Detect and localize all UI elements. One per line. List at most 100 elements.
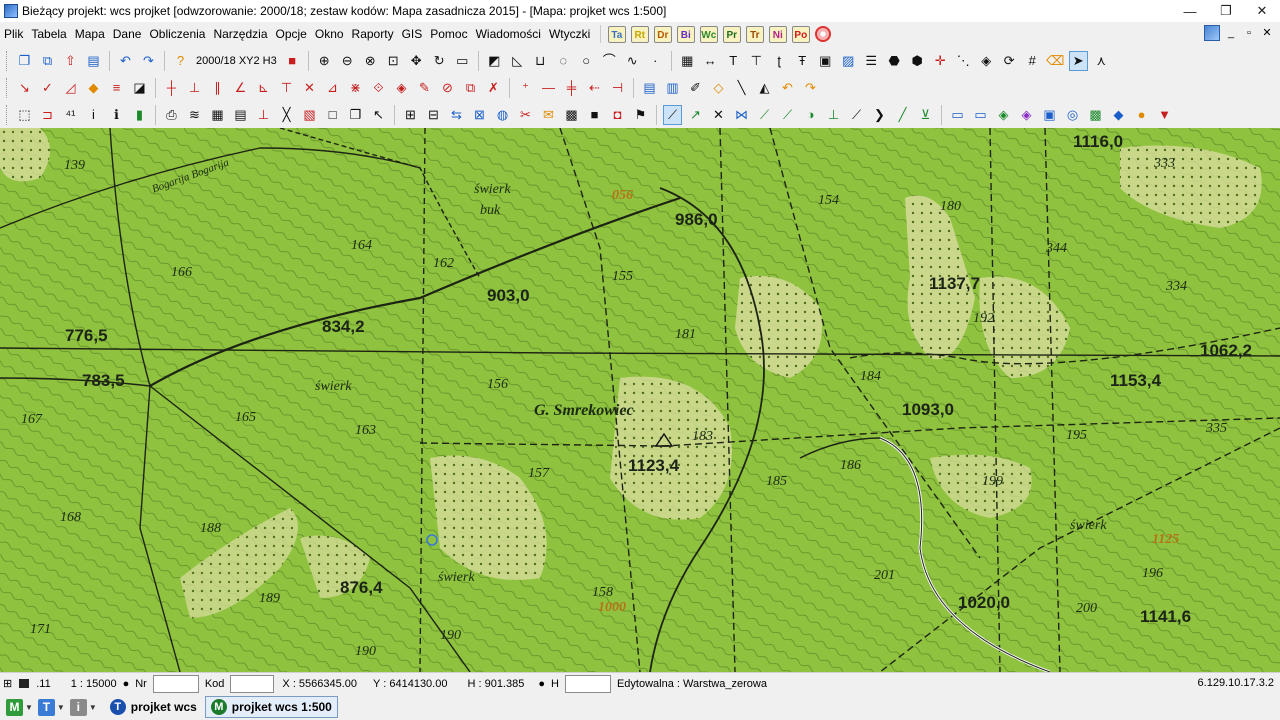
code-set-pr-button[interactable]: Pr <box>722 25 741 43</box>
zoom-in-icon[interactable]: ⊕ <box>315 51 334 71</box>
snap-near-icon[interactable]: ⟋ <box>778 105 797 125</box>
perpendicular-icon[interactable]: ┼ <box>162 78 181 98</box>
toolbar-grip[interactable] <box>6 50 9 71</box>
point-icon[interactable]: · <box>646 51 665 71</box>
code-set-rt-button[interactable]: Rt <box>630 25 649 43</box>
open-icon[interactable]: ⇧ <box>61 51 80 71</box>
world-icon[interactable]: ◎ <box>1063 105 1082 125</box>
menu-obliczenia[interactable]: Obliczenia <box>145 22 209 46</box>
menu-opcje[interactable]: Opcje <box>272 22 311 46</box>
editable-layer[interactable]: Edytowalna : Warstwa_zerowa <box>614 678 770 690</box>
undo-icon[interactable]: ↶ <box>116 51 135 71</box>
snap-line-icon[interactable]: ⊣ <box>608 78 627 98</box>
document-icon[interactable]: ▣ <box>816 51 835 71</box>
delete-object-icon[interactable]: ◈ <box>392 78 411 98</box>
circle-icon[interactable]: ○ <box>577 51 596 71</box>
folder-add-icon[interactable]: ▤ <box>640 78 659 98</box>
text-style-icon[interactable]: Ŧ <box>793 51 812 71</box>
copy-icon[interactable]: ⧉ <box>38 51 57 71</box>
stack-icon[interactable]: ≋ <box>185 105 204 125</box>
snap-mid-icon[interactable]: ⟋ <box>755 105 774 125</box>
window-tab[interactable]: Tprojket wcs <box>105 696 202 718</box>
redo-edit-icon[interactable]: ↷ <box>801 78 820 98</box>
arrow-back-icon[interactable]: ⇠ <box>585 78 604 98</box>
vertex-tool-icon[interactable]: ⋏ <box>1092 51 1111 71</box>
cross-point-icon[interactable]: ✛ <box>931 51 950 71</box>
paste-icon[interactable]: ▤ <box>84 51 103 71</box>
select-area-icon[interactable]: ⬚ <box>15 105 34 125</box>
extend-icon[interactable]: ⋇ <box>346 78 365 98</box>
menu-gis[interactable]: GIS <box>398 22 427 46</box>
grid-toggle-icon[interactable]: ⊞ <box>0 677 15 690</box>
info-list-icon[interactable]: ℹ <box>107 105 126 125</box>
spline-icon[interactable]: ∿ <box>623 51 642 71</box>
pointer-icon[interactable]: ↖ <box>369 105 388 125</box>
zoom-extent-icon[interactable]: ⊗ <box>361 51 380 71</box>
window-type-i-button[interactable]: i ▼ <box>69 697 100 717</box>
edit-angle-icon[interactable]: ◿ <box>61 78 80 98</box>
line-icon[interactable]: ⊔ <box>531 51 550 71</box>
black-square-icon[interactable]: ■ <box>585 105 604 125</box>
snap-intersect-icon[interactable]: ✕ <box>709 105 728 125</box>
layer-purple-icon[interactable]: ◈ <box>1017 105 1036 125</box>
rotate-icon[interactable]: ⟳ <box>1000 51 1019 71</box>
window-tab[interactable]: Mprojket wcs 1:500 <box>204 696 338 718</box>
menu-wiadomości[interactable]: Wiadomości <box>472 22 545 46</box>
parallel-icon[interactable]: ∥ <box>208 78 227 98</box>
layer-green-icon[interactable]: ◈ <box>994 105 1013 125</box>
break-icon[interactable]: ⊘ <box>438 78 457 98</box>
new-project-icon[interactable]: ❐ <box>15 51 34 71</box>
eraser-tool-icon[interactable]: ◇ <box>709 78 728 98</box>
tag-icon[interactable]: ⚑ <box>631 105 650 125</box>
snap-parallel-icon[interactable]: ╱ <box>893 105 912 125</box>
snap-end-icon[interactable]: ↗ <box>686 105 705 125</box>
earth-icon[interactable]: ● <box>1132 105 1151 125</box>
curve-icon[interactable]: ⌒ <box>600 51 619 71</box>
offset-icon[interactable]: ⊤ <box>277 78 296 98</box>
dimension-icon[interactable]: ↔ <box>701 51 720 71</box>
text-tilt-icon[interactable]: ʈ <box>770 51 789 71</box>
menu-tabela[interactable]: Tabela <box>27 22 70 46</box>
menu-plik[interactable]: Plik <box>0 22 27 46</box>
layers-icon[interactable]: ▮ <box>130 105 149 125</box>
pencil-icon[interactable]: ✐ <box>686 78 705 98</box>
import-icon[interactable]: ⊟ <box>424 105 443 125</box>
intersect-icon[interactable]: ✕ <box>300 78 319 98</box>
print-icon[interactable]: ⎙ <box>162 105 181 125</box>
text-align-icon[interactable]: ⊤ <box>747 51 766 71</box>
info-icon[interactable]: i <box>84 105 103 125</box>
mirror-icon[interactable]: ⟐ <box>369 78 388 98</box>
attach-icon[interactable]: ✂ <box>516 105 535 125</box>
menu-okno[interactable]: Okno <box>311 22 348 46</box>
zoom-out-icon[interactable]: ⊖ <box>338 51 357 71</box>
km-icon[interactable]: ▭ <box>971 105 990 125</box>
text-icon[interactable]: T <box>724 51 743 71</box>
arc-icon[interactable]: ◌ <box>554 51 573 71</box>
measure-icon[interactable]: ⋱ <box>954 51 973 71</box>
color-picker-icon[interactable]: ◪ <box>130 78 149 98</box>
counter-icon[interactable]: ⁴¹ <box>61 105 80 125</box>
menu-dane[interactable]: Dane <box>109 22 146 46</box>
scan-icon[interactable]: ◘ <box>608 105 627 125</box>
kod-input[interactable] <box>230 674 275 693</box>
draw-line-icon[interactable]: ╲ <box>732 78 751 98</box>
number-label-icon[interactable]: # <box>1023 51 1042 71</box>
tree-icon[interactable]: ◆ <box>1109 105 1128 125</box>
polygon-icon[interactable]: ◩ <box>485 51 504 71</box>
symbol-icon[interactable]: ⬣ <box>885 51 904 71</box>
remove-icon[interactable]: ✗ <box>484 78 503 98</box>
mdi-restore-button[interactable]: ▫ <box>1242 25 1256 41</box>
code-set-ni-button[interactable]: Ni <box>768 25 787 43</box>
dash-line-icon[interactable]: — <box>539 78 558 98</box>
snap-tangent-icon[interactable]: ⟋ <box>847 105 866 125</box>
grid-icon[interactable]: ▩ <box>562 105 581 125</box>
trim-icon[interactable]: ⊿ <box>323 78 342 98</box>
minimize-button[interactable]: — <box>1172 0 1208 22</box>
geoportal-icon[interactable]: ▼ <box>1155 105 1174 125</box>
export-icon[interactable]: ⊞ <box>401 105 420 125</box>
windows-icon[interactable]: ❐ <box>346 105 365 125</box>
code-set-bi-button[interactable]: Bi <box>676 25 695 43</box>
code-set-wc-button[interactable]: Wc <box>699 25 718 43</box>
snap-node-icon[interactable]: ⊻ <box>916 105 935 125</box>
network-icon[interactable]: ⊠ <box>470 105 489 125</box>
